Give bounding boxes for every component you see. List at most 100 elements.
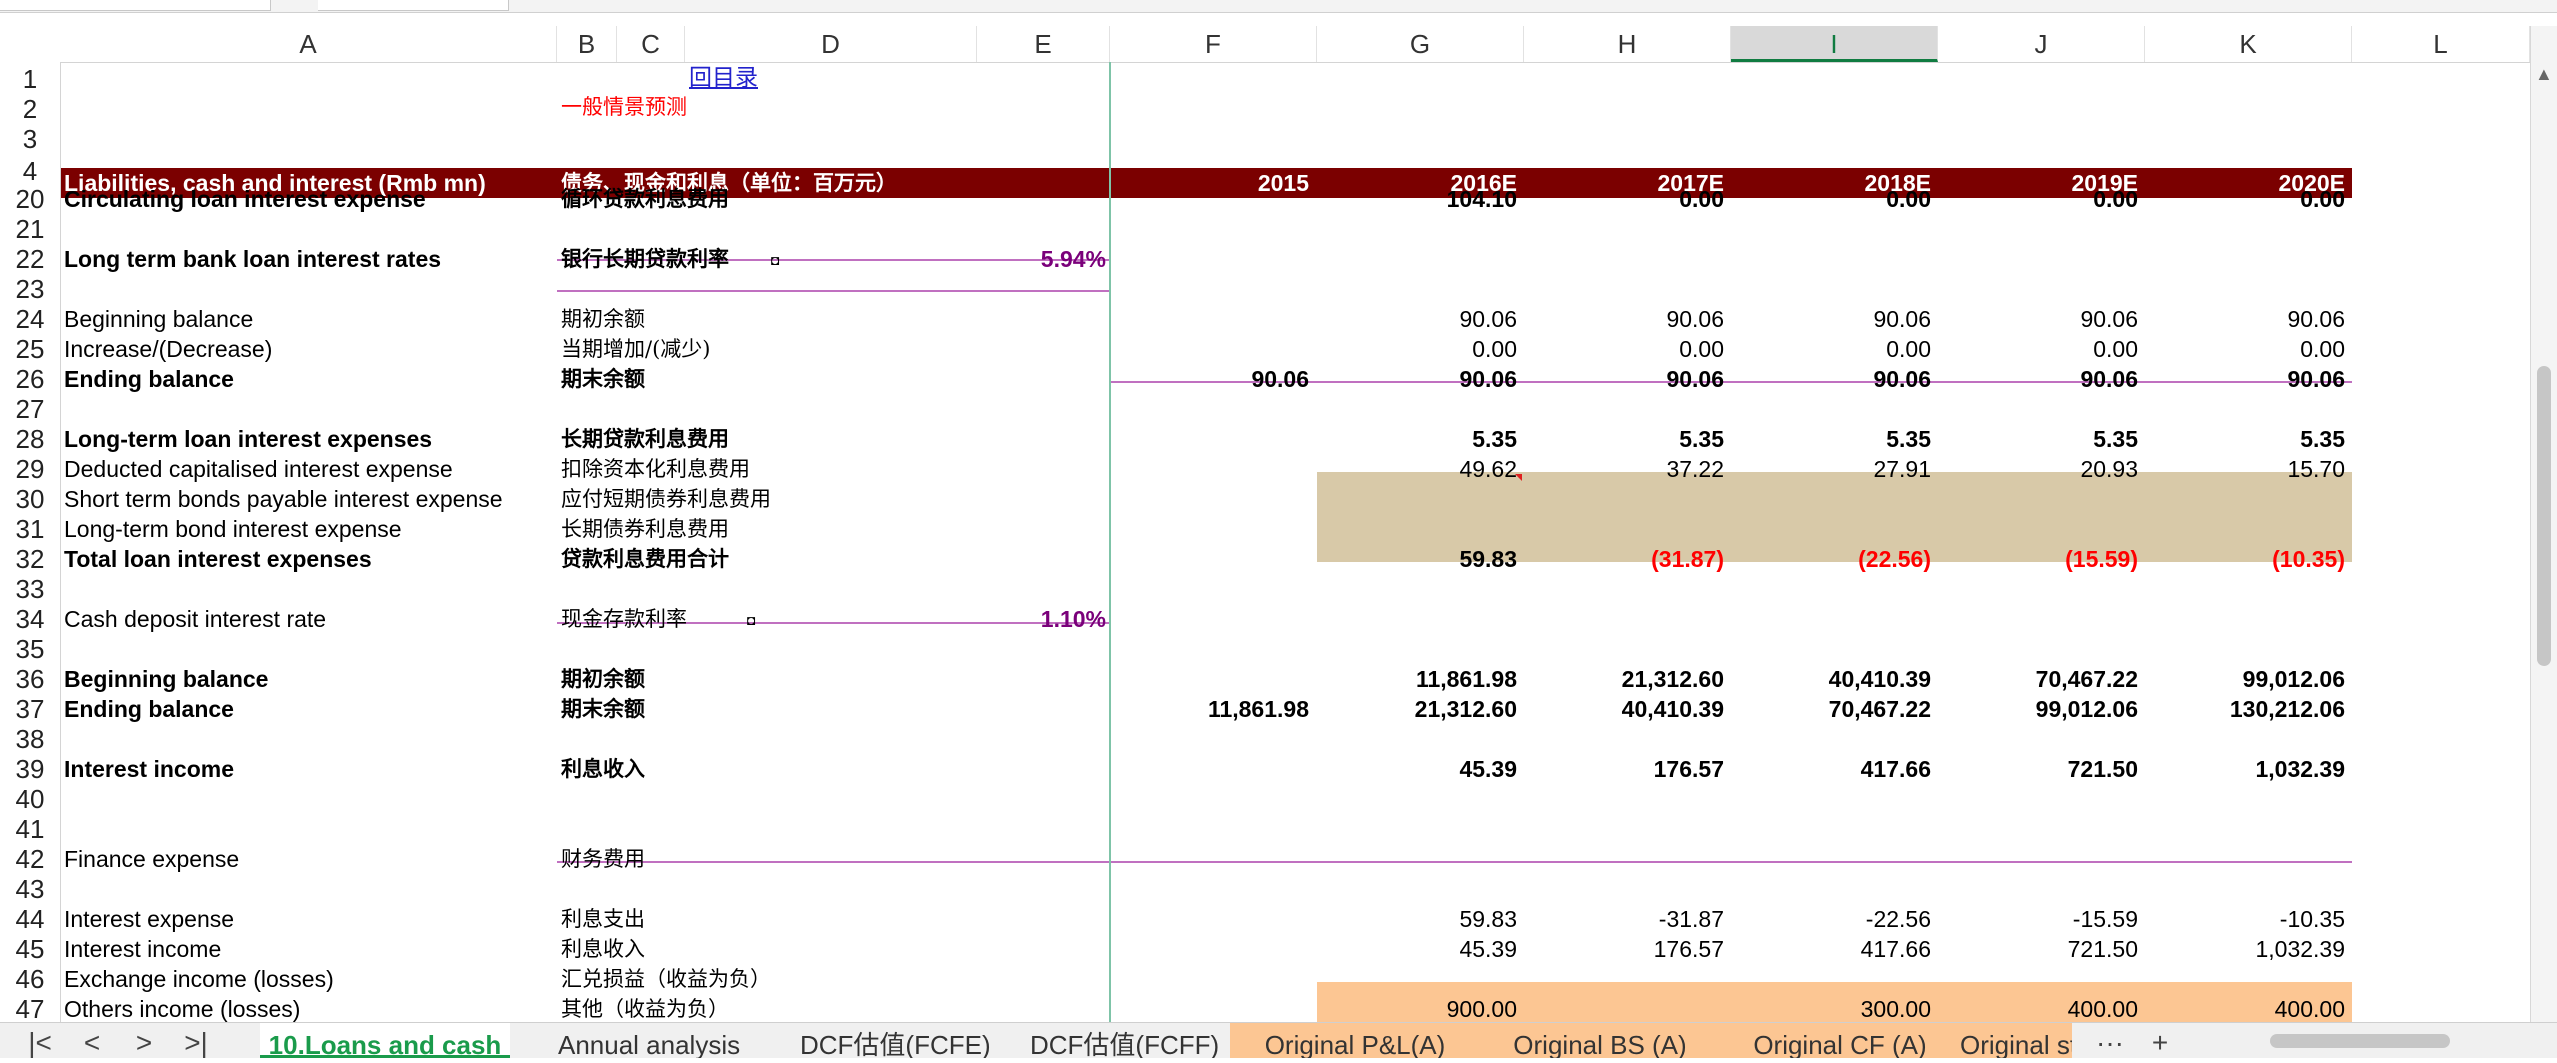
value-cell[interactable]: 176.57 <box>1534 934 1724 964</box>
tab-dcf-fcff[interactable]: DCF估值(FCFF) <box>1030 1023 1230 1058</box>
row-header[interactable]: 41 <box>0 814 60 844</box>
row-header[interactable]: 47 <box>0 994 60 1022</box>
value-cell[interactable]: -10.35 <box>2155 904 2345 934</box>
horizontal-scrollbar[interactable] <box>2230 1030 2530 1052</box>
value-cell[interactable]: 15.70 <box>2155 454 2345 484</box>
value-cell[interactable]: 5.35 <box>2155 424 2345 454</box>
value-cell[interactable]: 104.10 <box>1327 184 1517 214</box>
value-cell[interactable]: 11,861.98 <box>1327 664 1517 694</box>
value-cell[interactable]: 99,012.06 <box>2155 664 2345 694</box>
row-header[interactable]: 33 <box>0 574 60 604</box>
value-cell[interactable]: 90.06 <box>1741 364 1931 394</box>
tab-annual-analysis[interactable]: Annual analysis <box>558 1023 758 1058</box>
row-header[interactable]: 32 <box>0 544 60 574</box>
value-cell[interactable]: 90.06 <box>1534 304 1724 334</box>
row-header[interactable]: 24 <box>0 304 60 334</box>
row-header[interactable]: 26 <box>0 364 60 394</box>
row-header[interactable]: 27 <box>0 394 60 424</box>
horizontal-scroll-thumb[interactable] <box>2270 1034 2450 1048</box>
row-header[interactable]: 29 <box>0 454 60 484</box>
column-header-a[interactable]: A <box>60 26 557 62</box>
value-cell[interactable]: (31.87) <box>1534 544 1724 574</box>
value-cell[interactable]: -31.87 <box>1534 904 1724 934</box>
comment-indicator-icon[interactable]: ◘ <box>771 245 779 275</box>
value-cell[interactable]: 37.22 <box>1534 454 1724 484</box>
row-header[interactable]: 38 <box>0 724 60 754</box>
row-header[interactable]: 37 <box>0 694 60 724</box>
value-cell[interactable]: 1,032.39 <box>2155 934 2345 964</box>
value-cell[interactable]: 59.83 <box>1327 544 1517 574</box>
row-header[interactable]: 34 <box>0 604 60 634</box>
value-cell[interactable]: -22.56 <box>1741 904 1931 934</box>
value-cell[interactable]: 21,312.60 <box>1327 694 1517 724</box>
value-cell[interactable]: 176.57 <box>1534 754 1724 784</box>
value-cell[interactable]: 400.00 <box>2155 994 2345 1022</box>
row-header[interactable]: 1 <box>0 64 60 94</box>
column-header-h[interactable]: H <box>1524 26 1731 62</box>
column-header-j[interactable]: J <box>1938 26 2145 62</box>
value-cell[interactable]: 0.00 <box>1327 334 1517 364</box>
vertical-scroll-thumb[interactable] <box>2537 366 2551 666</box>
value-cell[interactable]: 5.35 <box>1948 424 2138 454</box>
value-cell[interactable]: 45.39 <box>1327 754 1517 784</box>
value-cell[interactable]: 49.62 <box>1327 454 1517 484</box>
value-cell[interactable]: 900.00 <box>1327 994 1517 1022</box>
value-cell[interactable]: 59.83 <box>1327 904 1517 934</box>
value-cell[interactable]: 0.00 <box>1534 184 1724 214</box>
value-cell[interactable]: 27.91 <box>1741 454 1931 484</box>
last-sheet-button[interactable]: >| <box>176 1023 216 1058</box>
formula-input[interactable] <box>318 0 509 11</box>
row-header[interactable]: 36 <box>0 664 60 694</box>
value-cell[interactable]: 300.00 <box>1741 994 1931 1022</box>
value-cell[interactable]: 40,410.39 <box>1534 694 1724 724</box>
value-cell[interactable]: 11,861.98 <box>1119 694 1309 724</box>
value-cell[interactable]: 90.06 <box>1948 364 2138 394</box>
column-header-d[interactable]: D <box>685 26 977 62</box>
column-header-c[interactable]: C <box>617 26 685 62</box>
row-header[interactable]: 3 <box>0 124 60 154</box>
row-header[interactable]: 22 <box>0 244 60 274</box>
rate-input[interactable]: 5.94% <box>941 244 1106 274</box>
value-cell[interactable]: 99,012.06 <box>1948 694 2138 724</box>
column-header-l[interactable]: L <box>2352 26 2530 62</box>
row-header[interactable]: 25 <box>0 334 60 364</box>
tab-dcf-fcfe[interactable]: DCF估值(FCFE) <box>800 1023 1000 1058</box>
tab-original-pl[interactable]: Original P&L(A) <box>1230 1023 1480 1058</box>
row-header[interactable]: 4 <box>0 156 60 186</box>
value-cell[interactable]: 417.66 <box>1741 754 1931 784</box>
value-cell[interactable]: 0.00 <box>1948 184 2138 214</box>
column-header-e[interactable]: E <box>977 26 1110 62</box>
value-cell[interactable]: 90.06 <box>2155 364 2345 394</box>
value-cell[interactable]: 20.93 <box>1948 454 2138 484</box>
value-cell[interactable]: 0.00 <box>2155 184 2345 214</box>
value-cell[interactable]: 0.00 <box>1741 334 1931 364</box>
row-header[interactable]: 39 <box>0 754 60 784</box>
value-cell[interactable]: 130,212.06 <box>2155 694 2345 724</box>
tab-original-bs[interactable]: Original BS (A) <box>1480 1023 1720 1058</box>
comment-indicator-icon[interactable]: ◘ <box>747 605 755 635</box>
value-cell[interactable]: 90.06 <box>1327 364 1517 394</box>
back-to-contents-link[interactable]: 回目录 <box>689 62 758 92</box>
column-header-i[interactable]: I <box>1731 26 1938 62</box>
value-cell[interactable]: 0.00 <box>1948 334 2138 364</box>
row-header[interactable]: 44 <box>0 904 60 934</box>
more-sheets-button[interactable]: ··· <box>2090 1023 2130 1058</box>
row-header[interactable]: 2 <box>0 94 60 124</box>
value-cell[interactable]: 721.50 <box>1948 934 2138 964</box>
row-header[interactable]: 42 <box>0 844 60 874</box>
row-header[interactable]: 28 <box>0 424 60 454</box>
value-cell[interactable]: 90.06 <box>1327 304 1517 334</box>
row-header[interactable]: 21 <box>0 214 60 244</box>
value-cell[interactable]: 400.00 <box>1948 994 2138 1022</box>
value-cell[interactable]: -15.59 <box>1948 904 2138 934</box>
value-cell[interactable]: (22.56) <box>1741 544 1931 574</box>
value-cell[interactable]: (10.35) <box>2155 544 2345 574</box>
value-cell[interactable]: 90.06 <box>2155 304 2345 334</box>
value-cell[interactable]: 90.06 <box>1534 364 1724 394</box>
row-header[interactable]: 46 <box>0 964 60 994</box>
add-sheet-button[interactable]: + <box>2140 1023 2180 1058</box>
scroll-up-icon[interactable]: ▲ <box>2535 64 2553 85</box>
value-cell[interactable]: 90.06 <box>1741 304 1931 334</box>
value-cell[interactable]: 45.39 <box>1327 934 1517 964</box>
row-header[interactable]: 45 <box>0 934 60 964</box>
